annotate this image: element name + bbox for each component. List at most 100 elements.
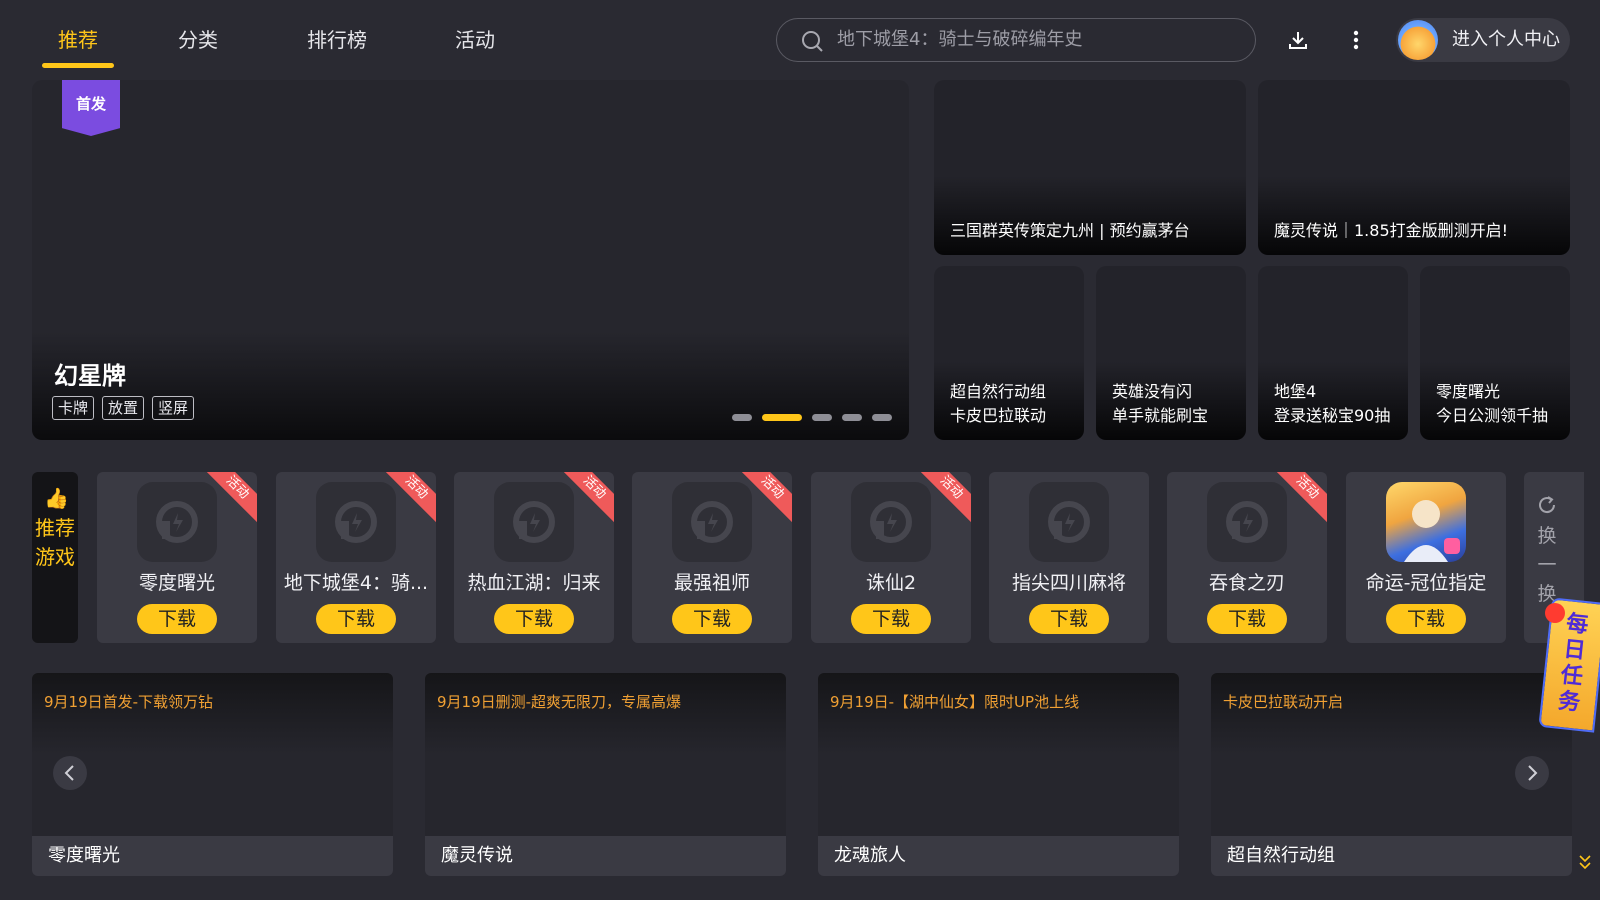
news-headline: 9月19日-【湖中仙女】限时UP池上线 xyxy=(830,693,1080,711)
game-card[interactable]: 活动 地下城堡4：骑... 下载 xyxy=(276,472,436,643)
news-prev-button[interactable] xyxy=(53,756,87,790)
tab-label: 分类 xyxy=(178,28,218,52)
active-tab-indicator xyxy=(42,63,114,68)
refresh-icon xyxy=(1539,496,1556,514)
tab-category[interactable]: 分类 xyxy=(174,18,222,62)
placeholder-game-icon xyxy=(1029,482,1109,562)
placeholder-game-icon xyxy=(1207,482,1287,562)
news-footer: 零度曙光 xyxy=(32,836,393,876)
first-release-badge: 首发 xyxy=(62,80,120,136)
news-card[interactable]: 9月19日删测-超爽无限刀，专属高爆 魔灵传说 xyxy=(425,673,786,876)
promo-text: 三国群英传策定九州 | 预约赢茅台 xyxy=(950,221,1190,240)
news-headline: 卡皮巴拉联动开启 xyxy=(1223,693,1344,711)
avatar xyxy=(1398,20,1438,60)
tag: 放置 xyxy=(102,396,145,420)
news-footer: 龙魂旅人 xyxy=(818,836,1179,876)
more-options-button[interactable] xyxy=(1336,20,1376,60)
chevron-left-icon xyxy=(64,765,74,781)
tab-label: 活动 xyxy=(455,28,495,52)
game-name: 命运-冠位指定 xyxy=(1365,572,1487,594)
game-name: 热血江湖：归来 xyxy=(467,572,601,594)
chevron-right-icon xyxy=(1528,765,1538,781)
news-next-button[interactable] xyxy=(1515,756,1549,790)
download-button[interactable]: 下载 xyxy=(1029,604,1109,634)
promo-card[interactable]: 英雄没有闪 单手就能刷宝 xyxy=(1096,266,1246,440)
badge-label: 首发 xyxy=(75,95,106,113)
carousel-dot-active[interactable] xyxy=(762,414,802,421)
promo-text: 零度曙光 今日公测领千抽 xyxy=(1436,382,1549,425)
news-game-name: 魔灵传说 xyxy=(441,845,513,866)
tab-events[interactable]: 活动 xyxy=(453,18,497,62)
news-footer: 超自然行动组 xyxy=(1211,836,1572,876)
promo-text: 魔灵传说｜1.85打金版删测开启! xyxy=(1274,221,1509,240)
game-card[interactable]: 活动 最强祖师 下载 xyxy=(632,472,792,643)
news-headline: 9月19日首发-下载领万钻 xyxy=(44,693,214,711)
tab-label: 排行榜 xyxy=(307,28,367,52)
notification-dot xyxy=(1545,603,1565,623)
download-manager-button[interactable] xyxy=(1278,20,1318,60)
tag: 卡牌 xyxy=(52,396,95,420)
carousel-dot[interactable] xyxy=(842,414,862,421)
carousel-dot[interactable] xyxy=(872,414,892,421)
download-button[interactable]: 下载 xyxy=(1207,604,1287,634)
hero-title: 幻星牌 xyxy=(54,362,126,390)
promo-text: 地堡4 登录送秘宝90抽 xyxy=(1274,382,1391,425)
promo-card[interactable]: 地堡4 登录送秘宝90抽 xyxy=(1258,266,1408,440)
news-headline: 9月19日删测-超爽无限刀，专属高爆 xyxy=(437,693,682,711)
game-name: 诛仙2 xyxy=(865,572,917,594)
download-button[interactable]: 下载 xyxy=(851,604,931,634)
news-game-name: 龙魂旅人 xyxy=(834,845,906,866)
tab-ranking[interactable]: 排行榜 xyxy=(305,18,369,62)
hero-banner[interactable]: 首发 幻星牌 卡牌 放置 竖屏 xyxy=(32,80,909,440)
game-name: 零度曙光 xyxy=(138,572,215,594)
scroll-down-icon[interactable] xyxy=(1578,853,1592,871)
thumbs-up-icon: 👍 xyxy=(44,486,69,510)
news-game-name: 超自然行动组 xyxy=(1227,845,1335,866)
game-card[interactable]: 活动 诛仙2 下载 xyxy=(811,472,971,643)
tag: 竖屏 xyxy=(152,396,195,420)
refresh-label: 换一换 xyxy=(1537,525,1557,605)
game-name: 指尖四川麻将 xyxy=(1011,572,1126,594)
promo-card[interactable]: 超自然行动组 卡皮巴拉联动 xyxy=(934,266,1084,440)
fgo-icon xyxy=(1386,482,1466,562)
search-input[interactable]: 地下城堡4：骑士与破碎编年史 xyxy=(776,18,1256,62)
tab-recommend[interactable]: 推荐 xyxy=(42,18,114,68)
download-button[interactable]: 下载 xyxy=(494,604,574,634)
promo-card[interactable]: 魔灵传说｜1.85打金版删测开启! xyxy=(1258,80,1570,255)
recommend-label-text: 推荐游戏 xyxy=(35,516,75,569)
placeholder-game-icon xyxy=(851,482,931,562)
placeholder-game-icon xyxy=(494,482,574,562)
download-button[interactable]: 下载 xyxy=(672,604,752,634)
download-button[interactable]: 下载 xyxy=(137,604,217,634)
game-card[interactable]: 指尖四川麻将 下载 xyxy=(989,472,1149,643)
placeholder-game-icon xyxy=(316,482,396,562)
carousel-dot[interactable] xyxy=(732,414,752,421)
placeholder-game-icon xyxy=(672,482,752,562)
game-card[interactable]: 活动 热血江湖：归来 下载 xyxy=(454,472,614,643)
more-vertical-icon xyxy=(1353,30,1359,50)
download-button[interactable]: 下载 xyxy=(316,604,396,634)
news-card[interactable]: 9月19日-【湖中仙女】限时UP池上线 龙魂旅人 xyxy=(818,673,1179,876)
top-nav-tabs: 推荐 分类 排行榜 活动 xyxy=(42,18,497,74)
recommend-games-label: 👍 推荐游戏 xyxy=(32,472,78,643)
game-name: 吞食之刃 xyxy=(1208,572,1285,594)
tab-label: 推荐 xyxy=(58,28,98,52)
promo-text: 英雄没有闪 单手就能刷宝 xyxy=(1112,382,1209,425)
game-name: 地下城堡4：骑... xyxy=(283,572,429,594)
carousel-dot[interactable] xyxy=(812,414,832,421)
game-card[interactable]: 活动 吞食之刃 下载 xyxy=(1167,472,1327,643)
carousel-dots xyxy=(732,414,892,421)
download-button[interactable]: 下载 xyxy=(1386,604,1466,634)
game-card[interactable]: 命运-冠位指定 下载 xyxy=(1346,472,1506,643)
profile-label: 进入个人中心 xyxy=(1452,29,1560,50)
search-placeholder: 地下城堡4：骑士与破碎编年史 xyxy=(837,29,1083,50)
news-game-name: 零度曙光 xyxy=(48,845,120,866)
game-card[interactable]: 活动 零度曙光 下载 xyxy=(97,472,257,643)
placeholder-game-icon xyxy=(137,482,217,562)
download-icon xyxy=(1289,32,1307,49)
profile-center-button[interactable]: 进入个人中心 xyxy=(1396,18,1570,62)
hero-tags: 卡牌 放置 竖屏 xyxy=(52,396,195,420)
promo-card[interactable]: 零度曙光 今日公测领千抽 xyxy=(1420,266,1570,440)
promo-card[interactable]: 三国群英传策定九州 | 预约赢茅台 xyxy=(934,80,1246,255)
search-icon xyxy=(802,31,823,52)
